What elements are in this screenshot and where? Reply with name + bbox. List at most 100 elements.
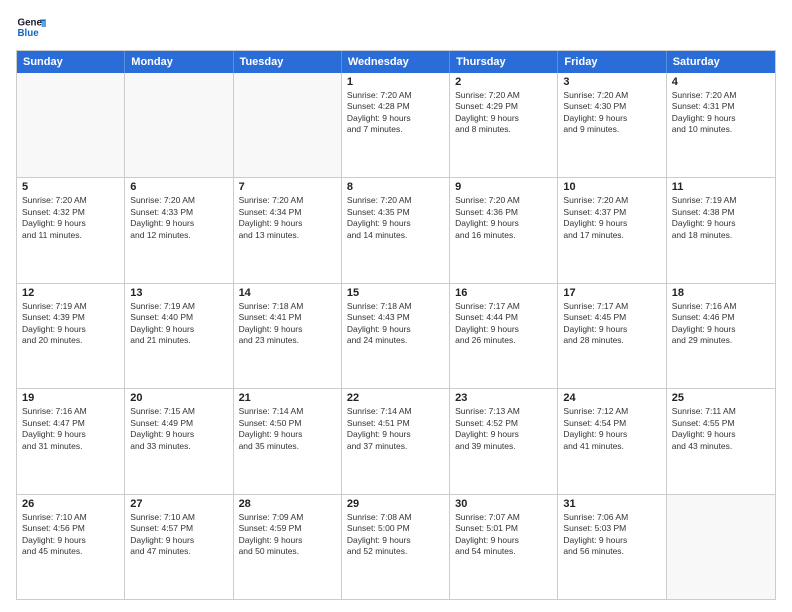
day-number: 21 — [239, 392, 336, 404]
day-info: Sunrise: 7:09 AM Sunset: 4:59 PM Dayligh… — [239, 512, 336, 558]
calendar-week-2: 5 Sunrise: 7:20 AM Sunset: 4:32 PM Daylig… — [17, 177, 775, 282]
logo: General Blue — [16, 12, 46, 42]
calendar-week-1: 1 Sunrise: 7:20 AM Sunset: 4:28 PM Daylig… — [17, 73, 775, 177]
day-info: Sunrise: 7:15 AM Sunset: 4:49 PM Dayligh… — [130, 406, 227, 452]
day-info: Sunrise: 7:08 AM Sunset: 5:00 PM Dayligh… — [347, 512, 444, 558]
day-number: 7 — [239, 181, 336, 193]
calendar-day-1: 1 Sunrise: 7:20 AM Sunset: 4:28 PM Daylig… — [342, 73, 450, 177]
calendar-day-15: 15Sunrise: 7:18 AM Sunset: 4:43 PM Dayli… — [342, 284, 450, 388]
calendar-body: 1 Sunrise: 7:20 AM Sunset: 4:28 PM Daylig… — [17, 73, 775, 599]
day-number: 8 — [347, 181, 444, 193]
day-info: Sunrise: 7:12 AM Sunset: 4:54 PM Dayligh… — [563, 406, 660, 452]
calendar-empty-cell — [17, 73, 125, 177]
day-header-thursday: Thursday — [450, 51, 558, 73]
day-header-sunday: Sunday — [17, 51, 125, 73]
calendar-day-27: 27 Sunrise: 7:10 AM Sunset: 4:57 PM Dayli… — [125, 495, 233, 599]
day-info: Sunrise: 7:20 AM Sunset: 4:29 PM Dayligh… — [455, 90, 552, 136]
day-info: Sunrise: 7:11 AM Sunset: 4:55 PM Dayligh… — [672, 406, 770, 452]
day-info: Sunrise: 7:18 AM Sunset: 4:41 PM Dayligh… — [239, 301, 336, 347]
day-number: 3 — [563, 76, 660, 88]
day-info: Sunrise: 7:18 AM Sunset: 4:43 PM Dayligh… — [347, 301, 444, 347]
day-number: 18 — [672, 287, 770, 299]
day-header-saturday: Saturday — [667, 51, 775, 73]
day-info: Sunrise: 7:16 AM Sunset: 4:47 PM Dayligh… — [22, 406, 119, 452]
calendar-day-12: 12Sunrise: 7:19 AM Sunset: 4:39 PM Dayli… — [17, 284, 125, 388]
svg-text:Blue: Blue — [18, 28, 40, 39]
calendar-day-7: 7 Sunrise: 7:20 AM Sunset: 4:34 PM Daylig… — [234, 178, 342, 282]
logo-icon: General Blue — [16, 12, 46, 42]
calendar-day-9: 9 Sunrise: 7:20 AM Sunset: 4:36 PM Daylig… — [450, 178, 558, 282]
calendar-empty-cell — [125, 73, 233, 177]
calendar-header-row: SundayMondayTuesdayWednesdayThursdayFrid… — [17, 51, 775, 73]
day-info: Sunrise: 7:20 AM Sunset: 4:30 PM Dayligh… — [563, 90, 660, 136]
calendar-day-5: 5 Sunrise: 7:20 AM Sunset: 4:32 PM Daylig… — [17, 178, 125, 282]
day-number: 26 — [22, 498, 119, 510]
calendar-day-25: 25Sunrise: 7:11 AM Sunset: 4:55 PM Dayli… — [667, 389, 775, 493]
day-info: Sunrise: 7:20 AM Sunset: 4:37 PM Dayligh… — [563, 195, 660, 241]
day-info: Sunrise: 7:10 AM Sunset: 4:56 PM Dayligh… — [22, 512, 119, 558]
calendar-empty-cell — [234, 73, 342, 177]
calendar-week-3: 12Sunrise: 7:19 AM Sunset: 4:39 PM Dayli… — [17, 283, 775, 388]
day-info: Sunrise: 7:14 AM Sunset: 4:51 PM Dayligh… — [347, 406, 444, 452]
calendar-empty-cell — [667, 495, 775, 599]
calendar-day-31: 31 Sunrise: 7:06 AM Sunset: 5:03 PM Dayli… — [558, 495, 666, 599]
calendar-day-4: 4Sunrise: 7:20 AM Sunset: 4:31 PM Daylig… — [667, 73, 775, 177]
day-info: Sunrise: 7:19 AM Sunset: 4:40 PM Dayligh… — [130, 301, 227, 347]
calendar-day-30: 30 Sunrise: 7:07 AM Sunset: 5:01 PM Dayli… — [450, 495, 558, 599]
day-number: 17 — [563, 287, 660, 299]
day-info: Sunrise: 7:13 AM Sunset: 4:52 PM Dayligh… — [455, 406, 552, 452]
day-info: Sunrise: 7:20 AM Sunset: 4:36 PM Dayligh… — [455, 195, 552, 241]
calendar: SundayMondayTuesdayWednesdayThursdayFrid… — [16, 50, 776, 600]
day-number: 6 — [130, 181, 227, 193]
day-number: 10 — [563, 181, 660, 193]
day-number: 13 — [130, 287, 227, 299]
calendar-day-23: 23Sunrise: 7:13 AM Sunset: 4:52 PM Dayli… — [450, 389, 558, 493]
day-number: 20 — [130, 392, 227, 404]
day-number: 9 — [455, 181, 552, 193]
day-number: 22 — [347, 392, 444, 404]
calendar-day-24: 24 Sunrise: 7:12 AM Sunset: 4:54 PM Dayli… — [558, 389, 666, 493]
calendar-day-17: 17 Sunrise: 7:17 AM Sunset: 4:45 PM Dayli… — [558, 284, 666, 388]
day-info: Sunrise: 7:20 AM Sunset: 4:34 PM Dayligh… — [239, 195, 336, 241]
day-number: 31 — [563, 498, 660, 510]
page: General Blue SundayMondayTuesdayWednesda… — [0, 0, 792, 612]
day-info: Sunrise: 7:17 AM Sunset: 4:45 PM Dayligh… — [563, 301, 660, 347]
calendar-day-28: 28Sunrise: 7:09 AM Sunset: 4:59 PM Dayli… — [234, 495, 342, 599]
day-number: 1 — [347, 76, 444, 88]
calendar-day-13: 13 Sunrise: 7:19 AM Sunset: 4:40 PM Dayli… — [125, 284, 233, 388]
day-info: Sunrise: 7:20 AM Sunset: 4:33 PM Dayligh… — [130, 195, 227, 241]
calendar-day-14: 14 Sunrise: 7:18 AM Sunset: 4:41 PM Dayli… — [234, 284, 342, 388]
day-info: Sunrise: 7:14 AM Sunset: 4:50 PM Dayligh… — [239, 406, 336, 452]
day-number: 19 — [22, 392, 119, 404]
day-number: 30 — [455, 498, 552, 510]
day-info: Sunrise: 7:07 AM Sunset: 5:01 PM Dayligh… — [455, 512, 552, 558]
calendar-day-10: 10 Sunrise: 7:20 AM Sunset: 4:37 PM Dayli… — [558, 178, 666, 282]
day-number: 11 — [672, 181, 770, 193]
calendar-day-11: 11 Sunrise: 7:19 AM Sunset: 4:38 PM Dayli… — [667, 178, 775, 282]
calendar-day-2: 2 Sunrise: 7:20 AM Sunset: 4:29 PM Daylig… — [450, 73, 558, 177]
calendar-week-5: 26 Sunrise: 7:10 AM Sunset: 4:56 PM Dayli… — [17, 494, 775, 599]
calendar-day-21: 21 Sunrise: 7:14 AM Sunset: 4:50 PM Dayli… — [234, 389, 342, 493]
calendar-day-6: 6 Sunrise: 7:20 AM Sunset: 4:33 PM Daylig… — [125, 178, 233, 282]
calendar-day-26: 26 Sunrise: 7:10 AM Sunset: 4:56 PM Dayli… — [17, 495, 125, 599]
day-info: Sunrise: 7:19 AM Sunset: 4:38 PM Dayligh… — [672, 195, 770, 241]
day-header-wednesday: Wednesday — [342, 51, 450, 73]
day-info: Sunrise: 7:10 AM Sunset: 4:57 PM Dayligh… — [130, 512, 227, 558]
calendar-day-20: 20 Sunrise: 7:15 AM Sunset: 4:49 PM Dayli… — [125, 389, 233, 493]
day-header-tuesday: Tuesday — [234, 51, 342, 73]
day-info: Sunrise: 7:19 AM Sunset: 4:39 PM Dayligh… — [22, 301, 119, 347]
calendar-day-18: 18Sunrise: 7:16 AM Sunset: 4:46 PM Dayli… — [667, 284, 775, 388]
calendar-day-3: 3 Sunrise: 7:20 AM Sunset: 4:30 PM Daylig… — [558, 73, 666, 177]
day-number: 2 — [455, 76, 552, 88]
day-info: Sunrise: 7:20 AM Sunset: 4:28 PM Dayligh… — [347, 90, 444, 136]
day-number: 14 — [239, 287, 336, 299]
day-header-monday: Monday — [125, 51, 233, 73]
day-number: 24 — [563, 392, 660, 404]
day-number: 5 — [22, 181, 119, 193]
calendar-day-19: 19 Sunrise: 7:16 AM Sunset: 4:47 PM Dayli… — [17, 389, 125, 493]
calendar-day-29: 29Sunrise: 7:08 AM Sunset: 5:00 PM Dayli… — [342, 495, 450, 599]
day-info: Sunrise: 7:06 AM Sunset: 5:03 PM Dayligh… — [563, 512, 660, 558]
day-number: 27 — [130, 498, 227, 510]
calendar-week-4: 19 Sunrise: 7:16 AM Sunset: 4:47 PM Dayli… — [17, 388, 775, 493]
day-info: Sunrise: 7:20 AM Sunset: 4:32 PM Dayligh… — [22, 195, 119, 241]
